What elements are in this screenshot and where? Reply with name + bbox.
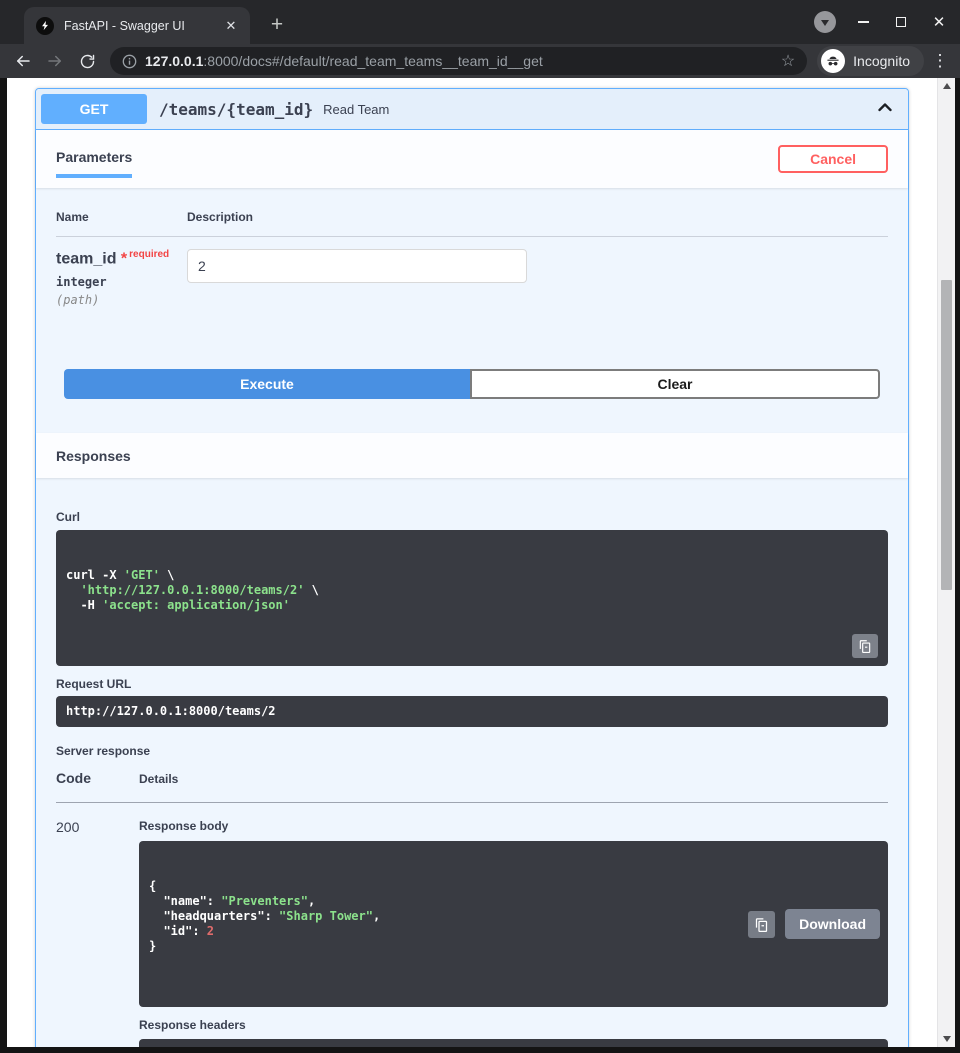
parameters-table-header: Name Description: [56, 210, 888, 237]
column-details: Details: [139, 772, 888, 786]
bookmark-star-icon[interactable]: ☆: [781, 51, 795, 71]
required-label: required: [129, 249, 169, 260]
response-body-block: { "name": "Preventers", "headquarters": …: [139, 841, 888, 1007]
browser-toolbar: 127.0.0.1:8000/docs#/default/read_team_t…: [0, 44, 960, 78]
parameters-body: Name Description team_id *required integ…: [36, 188, 908, 433]
page-scrollbar[interactable]: [937, 78, 955, 1047]
column-code: Code: [56, 770, 139, 786]
window-controls: ✕: [814, 0, 950, 44]
url-host: 127.0.0.1: [145, 53, 203, 69]
operation-summary: Read Team: [323, 102, 389, 117]
response-headers-label: Response headers: [139, 1018, 888, 1032]
browser-tab[interactable]: FastAPI - Swagger UI ✕: [24, 7, 250, 44]
reload-icon[interactable]: [74, 48, 100, 74]
maximize-button[interactable]: [890, 11, 912, 33]
scroll-down-icon[interactable]: [938, 1031, 955, 1047]
copy-response-icon[interactable]: [748, 911, 775, 938]
parameter-location: (path): [56, 293, 187, 307]
method-badge: GET: [41, 94, 147, 124]
browser-update-icon[interactable]: [814, 11, 836, 33]
opblock-get-teams: GET /teams/{team_id} Read Team Parameter…: [35, 88, 909, 1047]
execute-row: Execute Clear: [64, 369, 880, 399]
responses-body: Curl curl -X 'GET' \ 'http://127.0.0.1:8…: [36, 478, 908, 1047]
server-response-table-header: Code Details: [56, 770, 888, 803]
incognito-icon: [821, 49, 845, 73]
server-response-label: Server response: [56, 744, 888, 758]
tab-title: FastAPI - Swagger UI: [64, 19, 222, 33]
address-bar[interactable]: 127.0.0.1:8000/docs#/default/read_team_t…: [110, 47, 807, 75]
curl-command: curl -X 'GET' \ 'http://127.0.0.1:8000/t…: [56, 530, 888, 666]
browser-window: FastAPI - Swagger UI ✕ + ✕ 127.0.0.1:800…: [0, 0, 960, 1053]
team-id-input[interactable]: [187, 249, 527, 283]
parameter-row: team_id *required integer (path): [56, 237, 888, 307]
forward-icon[interactable]: [42, 48, 68, 74]
back-icon[interactable]: [10, 48, 36, 74]
swagger-content: GET /teams/{team_id} Read Team Parameter…: [7, 78, 937, 1047]
copy-curl-icon[interactable]: [852, 634, 878, 658]
url-path: :8000/docs#/default/read_team_teams__tea…: [203, 53, 542, 69]
close-button[interactable]: ✕: [928, 11, 950, 33]
request-url-value: http://127.0.0.1:8000/teams/2: [56, 696, 888, 727]
opblock-summary[interactable]: GET /teams/{team_id} Read Team: [36, 89, 908, 130]
parameter-name: team_id *required: [56, 249, 187, 268]
tab-parameters[interactable]: Parameters: [56, 149, 132, 178]
operation-path: /teams/{team_id}: [147, 100, 323, 119]
page-viewport: GET /teams/{team_id} Read Team Parameter…: [7, 78, 955, 1047]
url-text[interactable]: 127.0.0.1:8000/docs#/default/read_team_t…: [145, 53, 773, 69]
column-name: Name: [56, 210, 187, 224]
browser-menu-icon[interactable]: ⋮: [930, 51, 950, 71]
scrollbar-thumb[interactable]: [941, 280, 952, 590]
scroll-up-icon[interactable]: [938, 78, 955, 94]
responses-title: Responses: [56, 448, 131, 464]
download-button[interactable]: Download: [785, 909, 880, 939]
required-star: *: [121, 250, 127, 267]
parameters-header: Parameters Cancel: [36, 130, 908, 188]
site-info-icon[interactable]: [122, 54, 137, 69]
curl-label: Curl: [56, 510, 888, 524]
curl-code: curl -X 'GET' \ 'http://127.0.0.1:8000/t…: [66, 568, 878, 613]
server-response-row: 200 Response body { "name": "Preventers"…: [56, 803, 888, 1047]
clear-button[interactable]: Clear: [470, 369, 880, 399]
execute-button[interactable]: Execute: [64, 369, 470, 399]
parameter-type: integer: [56, 275, 187, 289]
collapse-chevron-icon[interactable]: [875, 97, 895, 122]
tab-close-icon[interactable]: ✕: [222, 17, 240, 35]
incognito-badge: Incognito: [817, 46, 924, 76]
fastapi-favicon-icon: [36, 17, 54, 35]
request-url-label: Request URL: [56, 677, 888, 691]
incognito-label: Incognito: [853, 53, 910, 69]
column-description: Description: [187, 210, 888, 224]
new-tab-button[interactable]: +: [264, 12, 290, 38]
responses-header: Responses: [36, 433, 908, 478]
minimize-button[interactable]: [852, 11, 874, 33]
response-headers-block: content-length: 57content-type: applicat…: [139, 1039, 888, 1047]
cancel-button[interactable]: Cancel: [778, 145, 888, 173]
status-code: 200: [56, 817, 139, 1047]
response-body-label: Response body: [139, 819, 888, 833]
tab-strip: FastAPI - Swagger UI ✕ + ✕: [0, 0, 960, 44]
